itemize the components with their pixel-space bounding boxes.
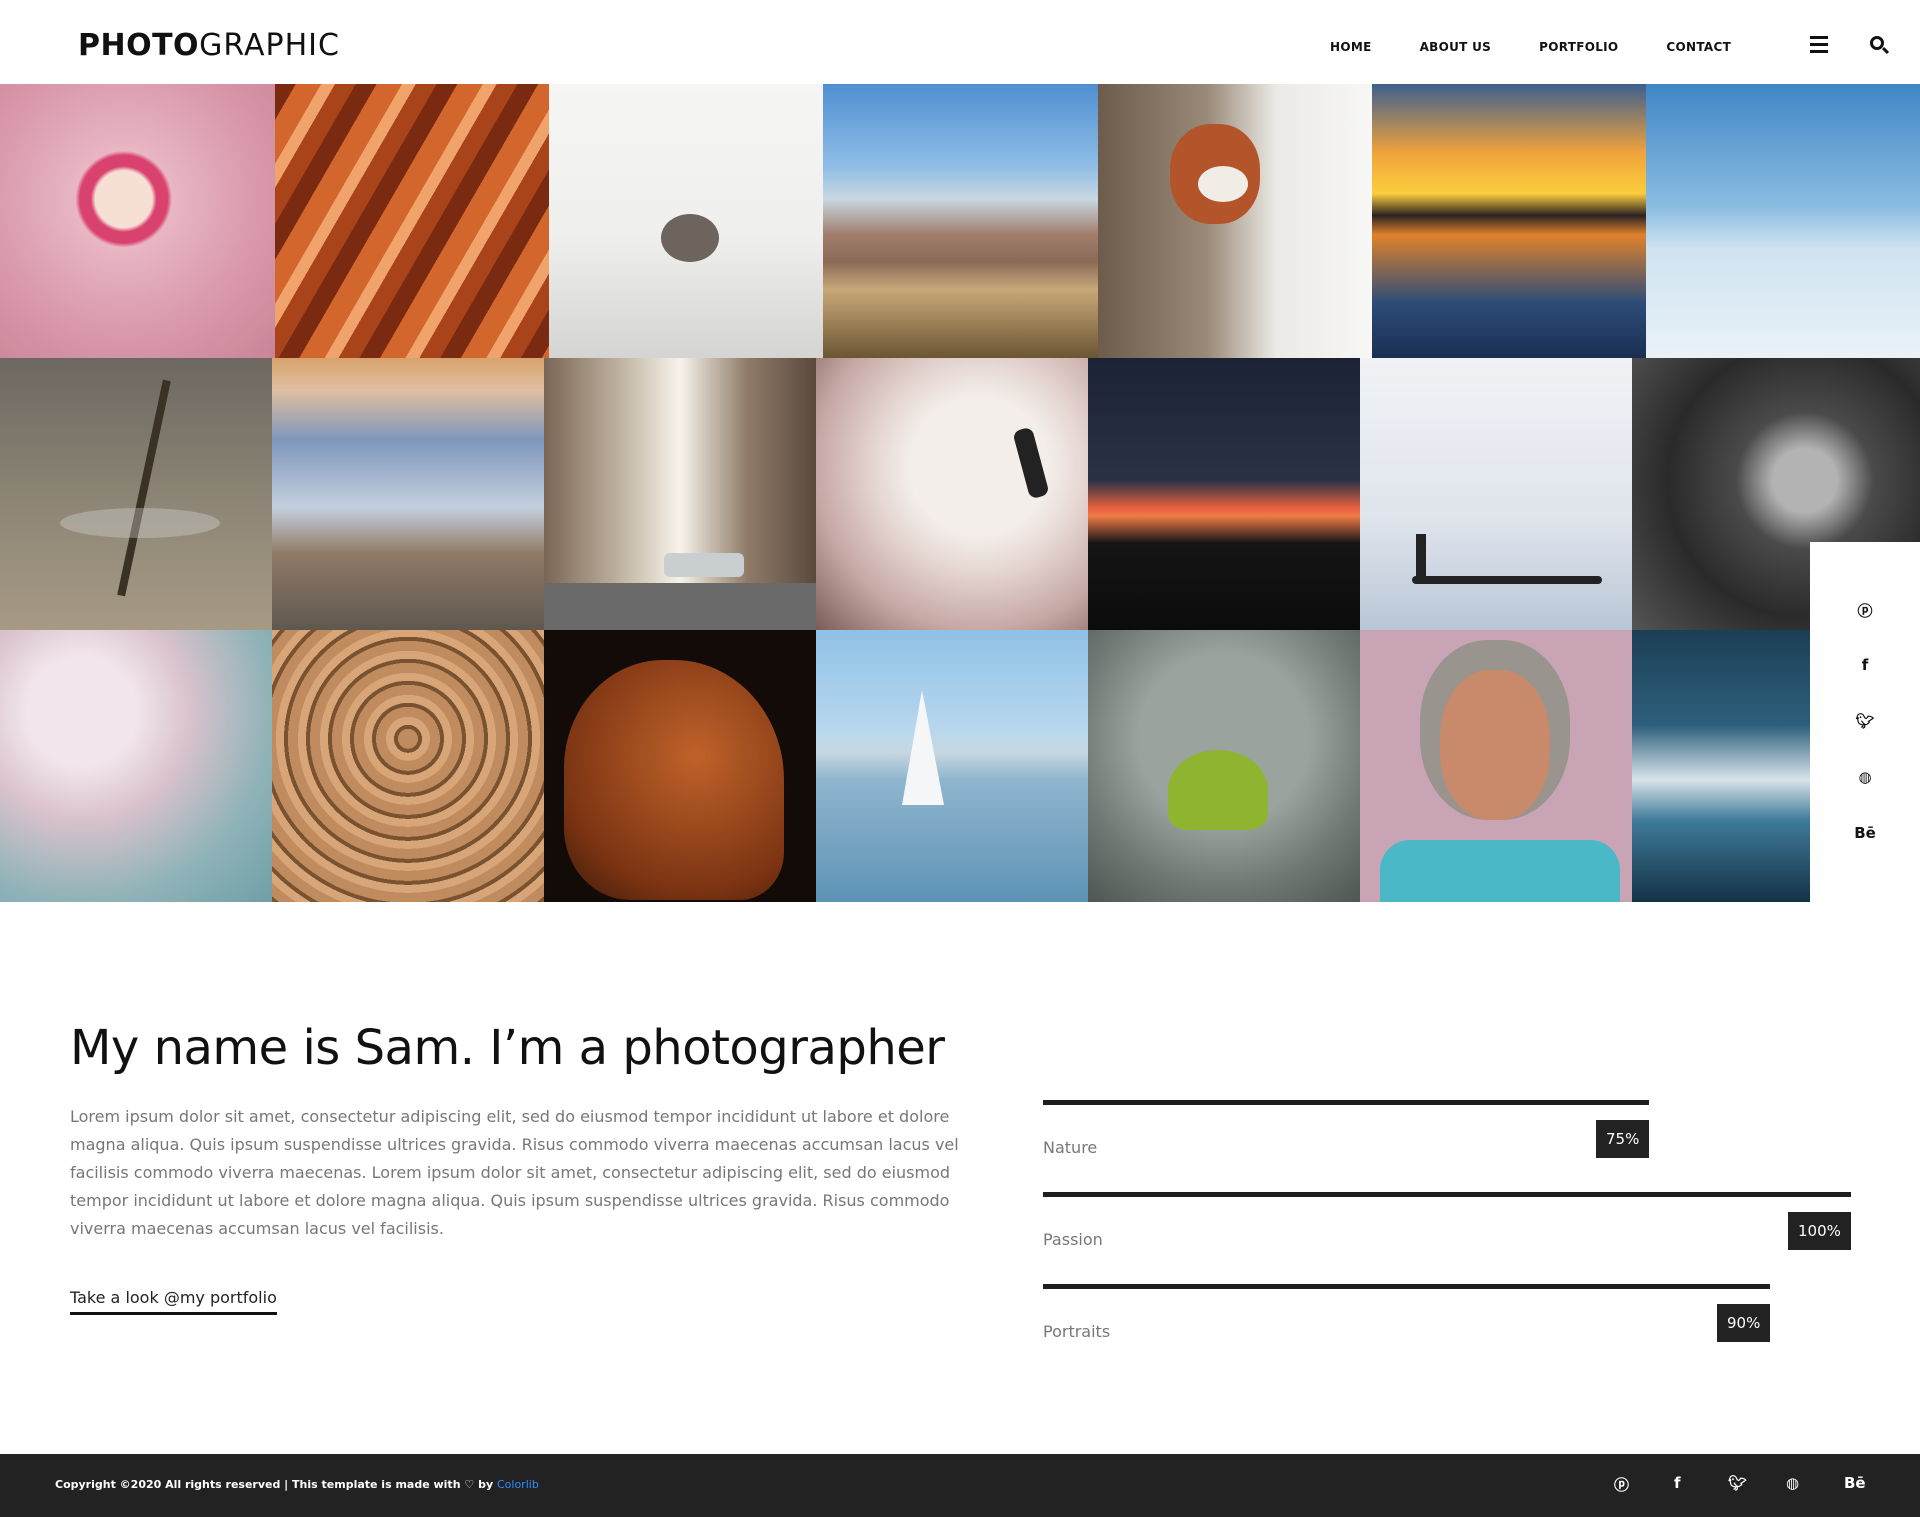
gallery-photo-flamingo-closeup[interactable] <box>0 84 275 358</box>
skill-portraits: Portraits 90% <box>1043 1284 1863 1354</box>
skill-bar <box>1043 1284 1770 1289</box>
portfolio-link[interactable]: Take a look @my portfolio <box>70 1288 277 1315</box>
gallery-photo-dragonfly[interactable] <box>0 358 272 630</box>
skill-label: Portraits <box>1043 1322 1111 1341</box>
photo-gallery <box>0 84 1920 902</box>
footer-facebook-icon[interactable]: f <box>1674 1474 1681 1492</box>
copyright-main: Copyright ©2020 All rights reserved | Th… <box>55 1478 461 1491</box>
gallery-photo-elderly-woman-portrait[interactable] <box>1360 630 1632 902</box>
skill-passion: Passion 100% <box>1043 1192 1863 1262</box>
nav-home[interactable]: HOME <box>1330 40 1372 54</box>
gallery-photo-red-panda[interactable] <box>1098 84 1372 358</box>
gallery-photo-brown-dog[interactable] <box>544 630 816 902</box>
nav-portfolio[interactable]: PORTFOLIO <box>1539 40 1618 54</box>
skill-label: Passion <box>1043 1230 1103 1249</box>
skill-label: Nature <box>1043 1138 1098 1157</box>
gallery-photo-sandstone-canyon[interactable] <box>275 84 549 358</box>
pinterest-icon[interactable]: ⓟ <box>1810 600 1920 621</box>
site-header: PHOTOGRAPHIC HOME ABOUT US PORTFOLIO CON… <box>0 0 1920 84</box>
copyright-by: by <box>478 1478 494 1491</box>
gallery-photo-small-bird[interactable] <box>549 84 823 358</box>
skill-percent-badge: 100% <box>1788 1212 1851 1250</box>
behance-icon[interactable]: Bē <box>1810 824 1920 842</box>
heart-icon: ♡ <box>464 1478 475 1491</box>
menu-icon[interactable] <box>1810 36 1832 58</box>
logo-light-text: GRAPHIC <box>199 28 340 63</box>
gallery-photo-snowy-mountains[interactable] <box>1646 84 1920 358</box>
footer-behance-icon[interactable]: Bē <box>1844 1474 1866 1492</box>
search-icon[interactable] <box>1870 36 1892 58</box>
nav-about-us[interactable]: ABOUT US <box>1420 40 1492 54</box>
copyright-text: Copyright ©2020 All rights reserved | Th… <box>55 1478 539 1491</box>
gallery-photo-night-sky-sunset[interactable] <box>1088 358 1360 630</box>
main-nav: HOME ABOUT US PORTFOLIO CONTACT <box>1330 40 1779 54</box>
site-logo[interactable]: PHOTOGRAPHIC <box>78 28 340 63</box>
gallery-photo-dandelion-flower[interactable] <box>0 630 272 902</box>
dribbble-icon[interactable]: ◍ <box>1810 768 1920 786</box>
colorlib-link[interactable]: Colorlib <box>497 1478 539 1491</box>
facebook-icon[interactable]: f <box>1810 656 1920 674</box>
gallery-photo-city-street-classic-car[interactable] <box>544 358 816 630</box>
gallery-photo-ocean-waves[interactable] <box>1632 630 1810 902</box>
side-social-bar: ⓟ f 🐦︎ ◍ Bē <box>1810 542 1920 902</box>
skill-percent-badge: 75% <box>1596 1120 1650 1158</box>
gallery-photo-yoga-sunset-reflection[interactable] <box>1372 84 1646 358</box>
footer-pinterest-icon[interactable]: ⓟ <box>1614 1474 1629 1495</box>
skill-percent-badge: 90% <box>1717 1304 1771 1342</box>
gallery-photo-sailboat[interactable] <box>816 630 1088 902</box>
skill-bar <box>1043 1192 1851 1197</box>
gallery-photo-desert-mountains[interactable] <box>823 84 1098 358</box>
nav-contact[interactable]: CONTACT <box>1666 40 1731 54</box>
footer-dribbble-icon[interactable]: ◍ <box>1786 1474 1799 1492</box>
about-text: Lorem ipsum dolor sit amet, consectetur … <box>70 1107 959 1238</box>
logo-bold-text: PHOTO <box>78 28 200 63</box>
gallery-photo-rope-coil[interactable] <box>272 630 544 902</box>
site-footer: Copyright ©2020 All rights reserved | Th… <box>0 1454 1920 1517</box>
gallery-photo-flamingos[interactable] <box>816 358 1088 630</box>
gallery-photo-road-above-clouds[interactable] <box>272 358 544 630</box>
about-title: My name is Sam. I’m a photographer <box>70 1020 945 1076</box>
gallery-photo-fisherman-boat-mist[interactable] <box>1360 358 1632 630</box>
skill-nature: Nature 75% <box>1043 1100 1863 1170</box>
gallery-photo-ginkgo-leaf-buddha[interactable] <box>1088 630 1360 902</box>
skill-bar <box>1043 1100 1649 1105</box>
twitter-icon[interactable]: 🐦︎ <box>1810 712 1920 730</box>
footer-twitter-icon[interactable]: 🐦︎ <box>1728 1474 1747 1492</box>
